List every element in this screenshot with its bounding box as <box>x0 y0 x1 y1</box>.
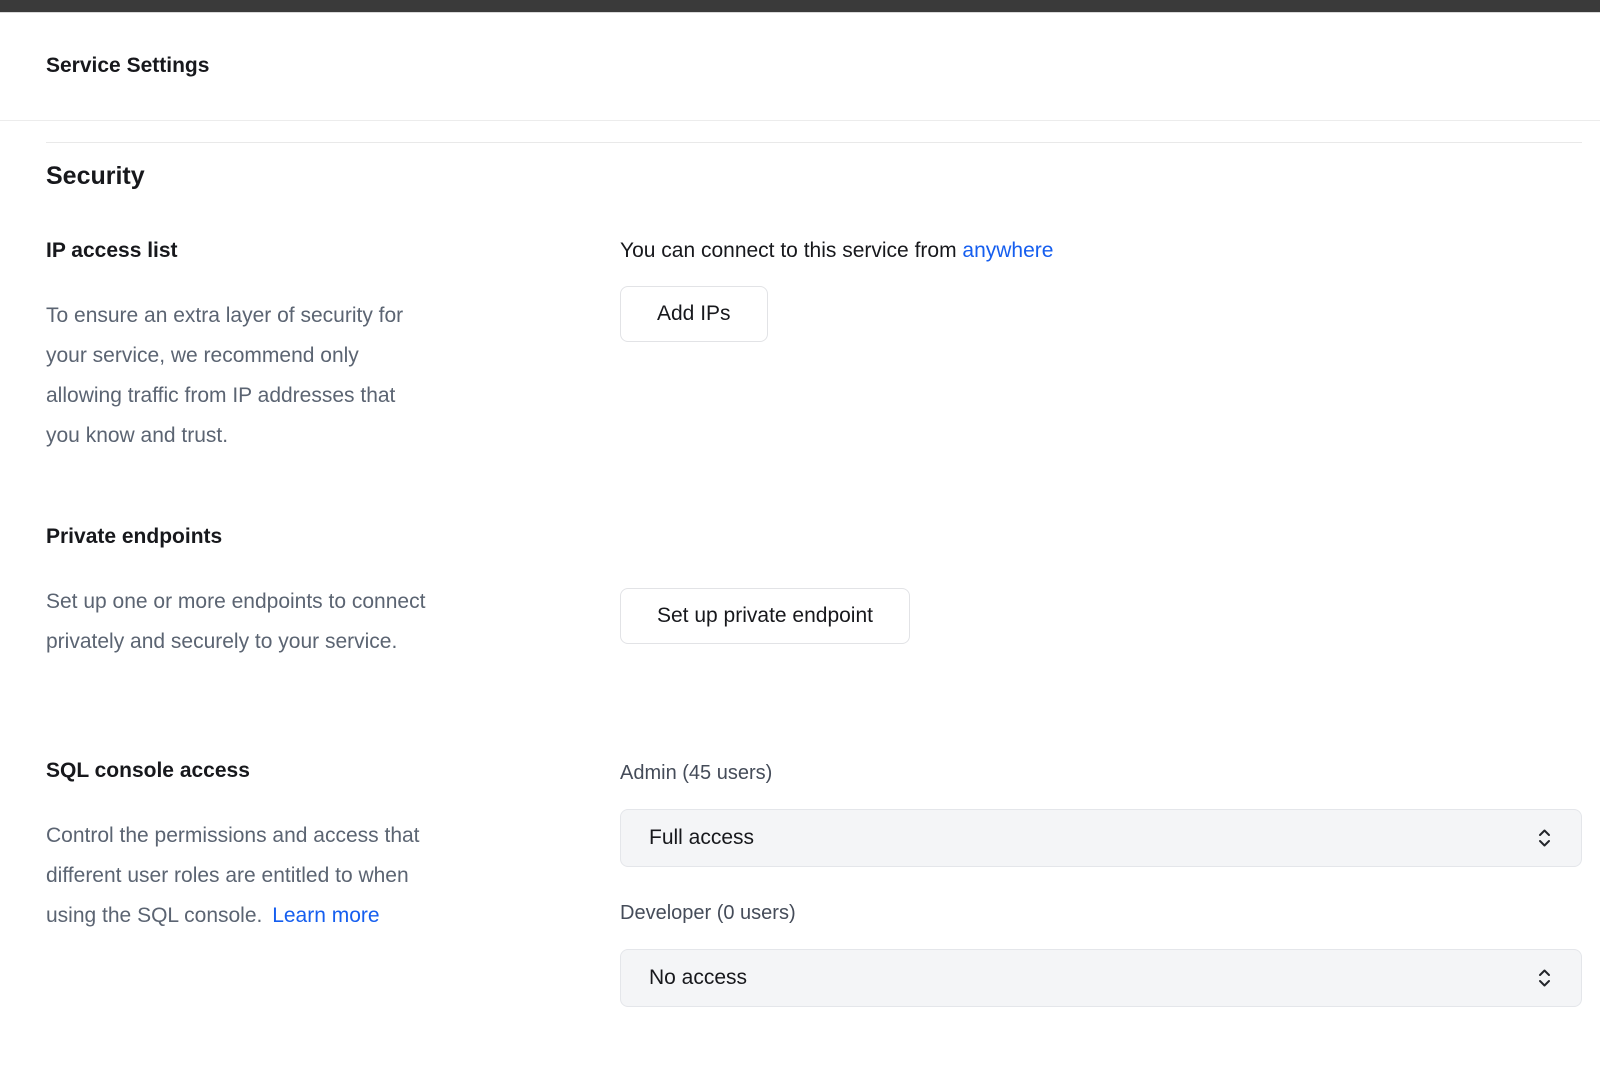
developer-access-selected-value: No access <box>649 966 747 990</box>
private-endpoints-controls: Set up private endpoint <box>620 524 1582 644</box>
chevron-up-down-icon <box>1536 826 1553 850</box>
ip-access-status-text: You can connect to this service from <box>620 239 962 262</box>
private-endpoints-info: Private endpoints Set up one or more end… <box>46 524 620 662</box>
ip-access-list-controls: You can connect to this service from any… <box>620 238 1582 342</box>
top-dark-bar <box>0 0 1600 13</box>
developer-role-label: Developer (0 users) <box>620 901 1582 926</box>
private-endpoints-description: Set up one or more endpoints to connect … <box>46 582 566 662</box>
sql-console-access-heading: SQL console access <box>46 758 620 783</box>
anywhere-link[interactable]: anywhere <box>962 239 1053 262</box>
ip-access-list-heading: IP access list <box>46 238 620 263</box>
admin-role-label: Admin (45 users) <box>620 761 1582 786</box>
chevron-up-down-icon <box>1536 966 1553 990</box>
page-title: Service Settings <box>46 53 1554 79</box>
ip-access-status-line: You can connect to this service from any… <box>620 238 1582 263</box>
learn-more-link[interactable]: Learn more <box>272 904 379 927</box>
sql-console-access-controls: Admin (45 users) Full access Developer (… <box>620 758 1582 1007</box>
sql-console-access-description: Control the permissions and access that … <box>46 816 566 936</box>
ip-access-list-section: IP access list To ensure an extra layer … <box>46 238 1582 456</box>
sql-console-access-info: SQL console access Control the permissio… <box>46 758 620 936</box>
developer-access-select[interactable]: No access <box>620 949 1582 1007</box>
admin-access-select[interactable]: Full access <box>620 809 1582 867</box>
sql-console-access-section: SQL console access Control the permissio… <box>46 758 1582 1007</box>
setup-private-endpoint-button[interactable]: Set up private endpoint <box>620 588 910 644</box>
ip-access-list-info: IP access list To ensure an extra layer … <box>46 238 620 456</box>
security-section-title: Security <box>46 162 1582 191</box>
admin-access-selected-value: Full access <box>649 826 754 850</box>
private-endpoints-heading: Private endpoints <box>46 524 620 549</box>
add-ips-button[interactable]: Add IPs <box>620 286 768 342</box>
ip-access-list-description: To ensure an extra layer of security for… <box>46 296 566 456</box>
settings-content: Security IP access list To ensure an ext… <box>46 142 1582 1007</box>
page-header: Service Settings <box>0 13 1600 121</box>
private-endpoints-section: Private endpoints Set up one or more end… <box>46 524 1582 662</box>
